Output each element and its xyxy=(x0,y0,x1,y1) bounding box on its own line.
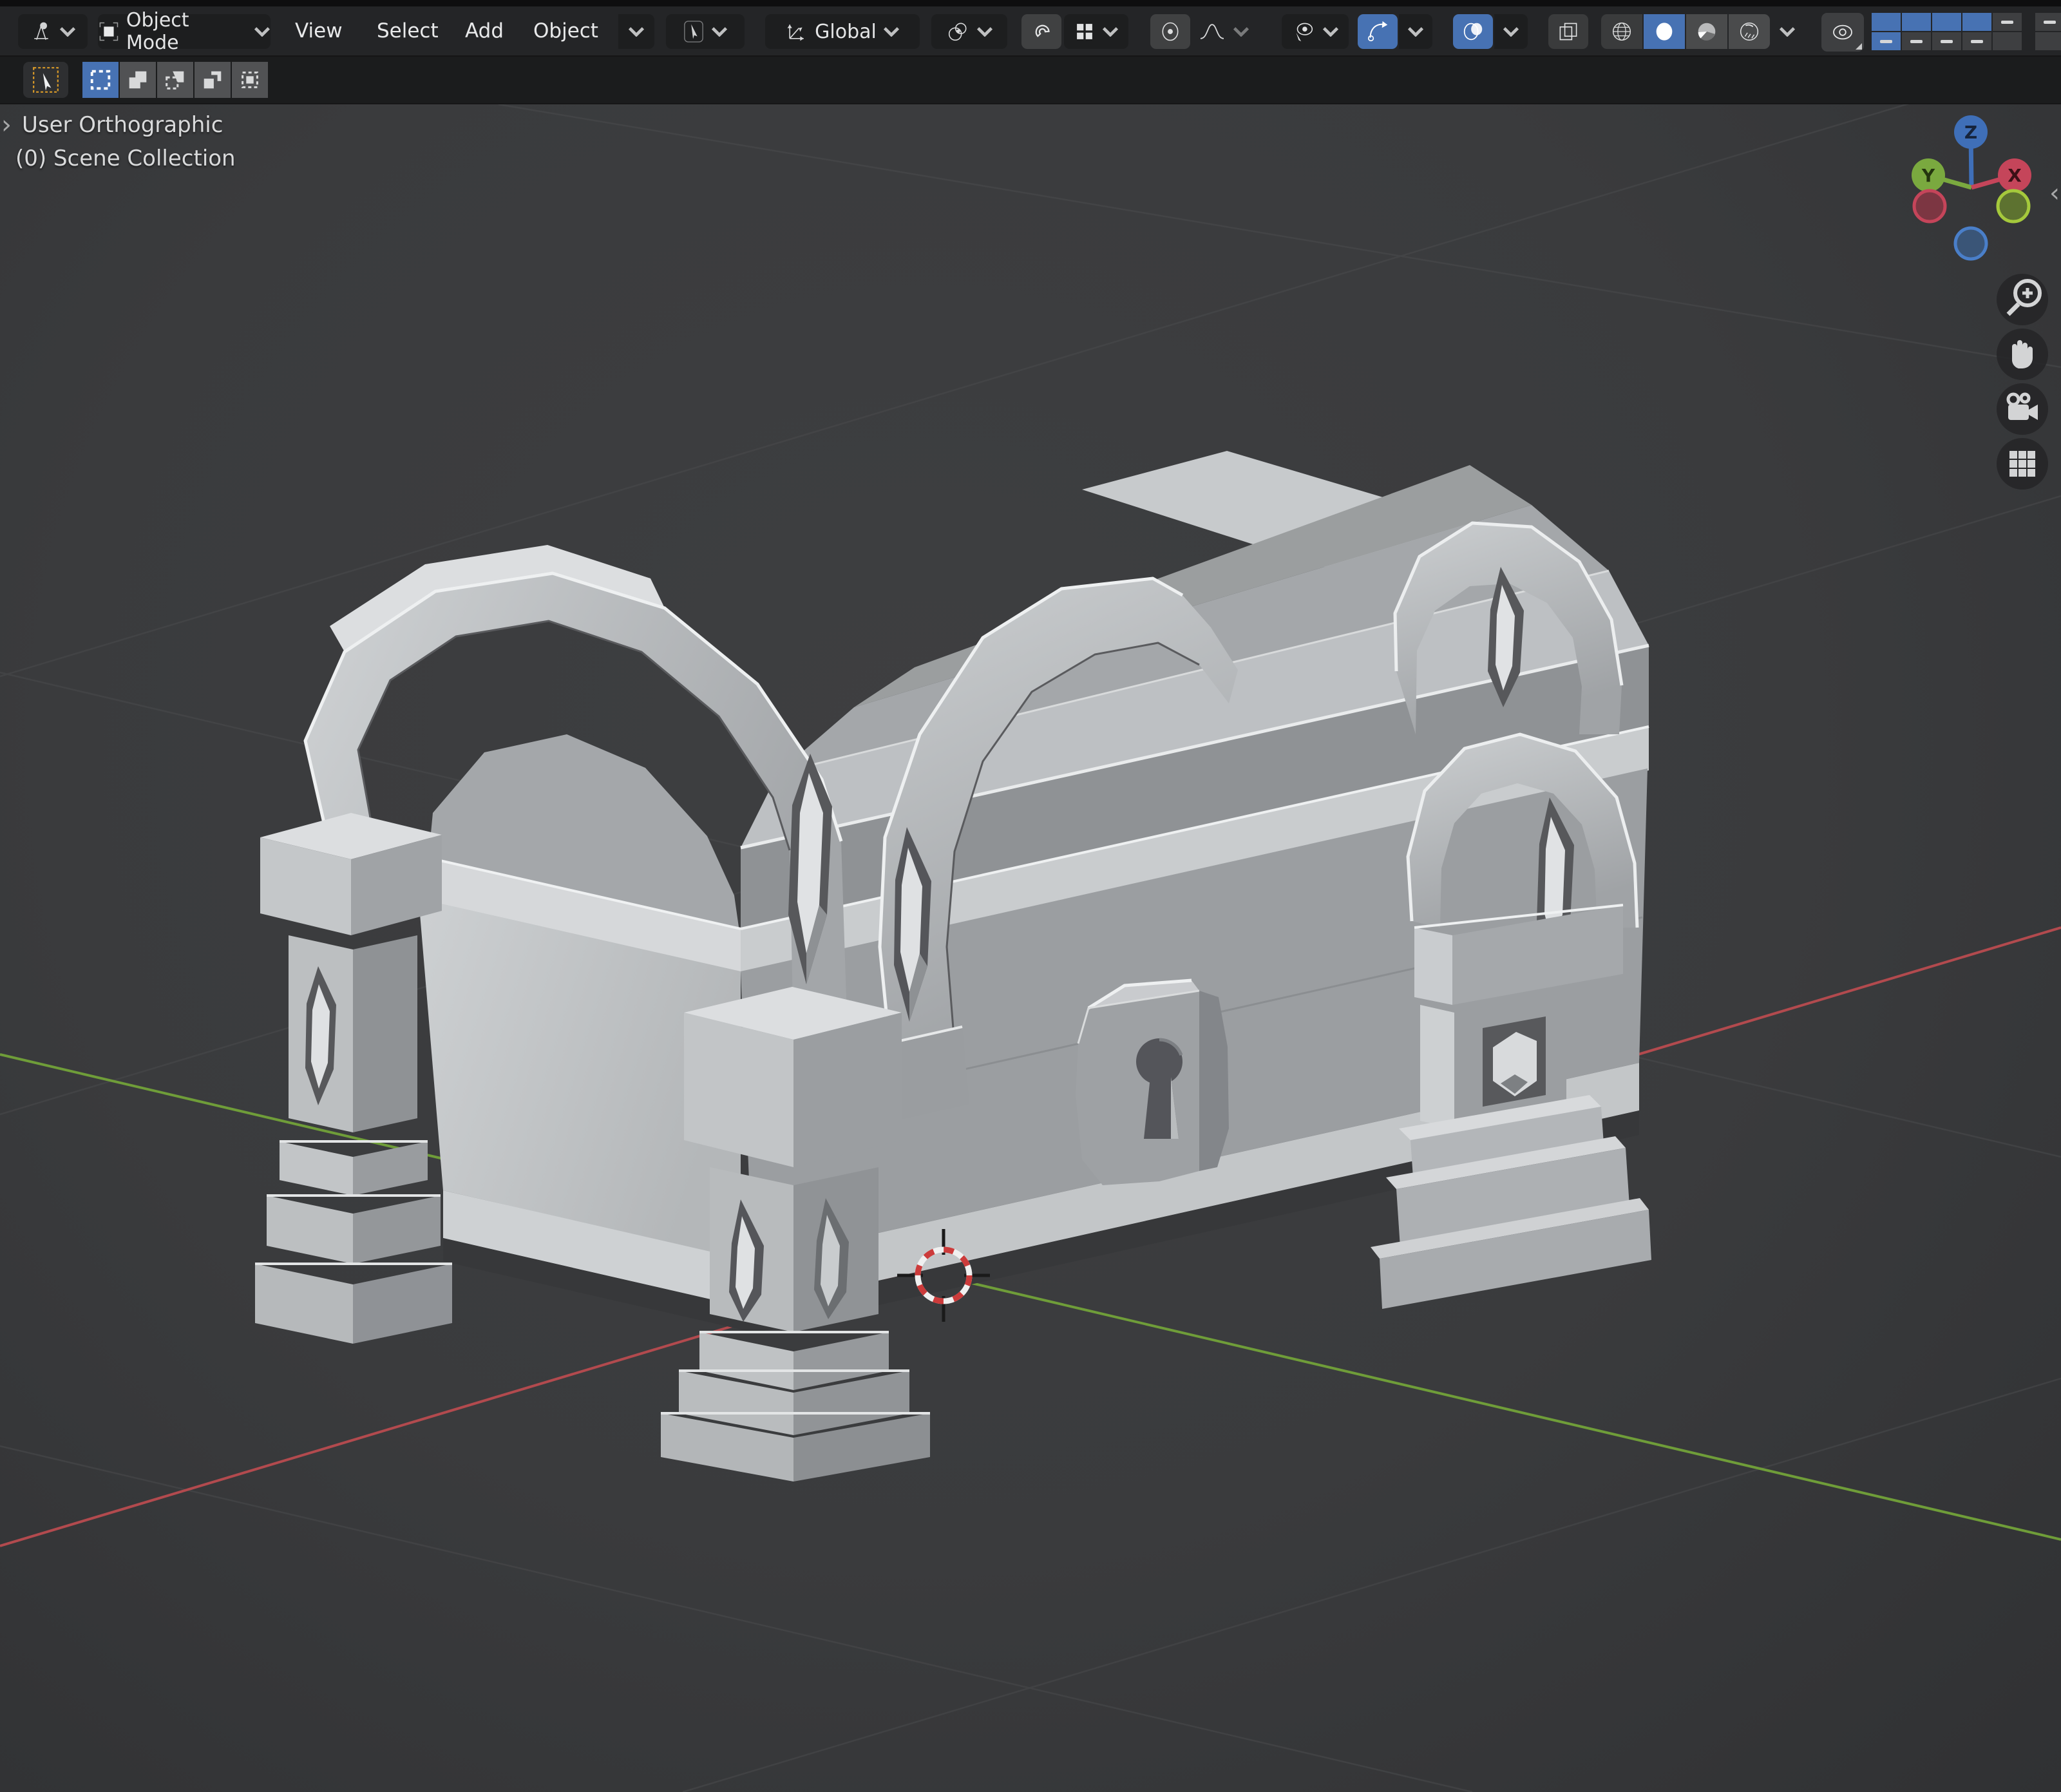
toggle-cell[interactable] xyxy=(1902,13,1931,31)
overlays-toggle[interactable] xyxy=(1453,14,1493,49)
gizmo-x-neg-ball[interactable] xyxy=(1914,191,1945,222)
grid-ortho-button[interactable] xyxy=(1997,438,2048,490)
gizmo-toggle[interactable] xyxy=(1358,14,1398,49)
select-subtract-icon xyxy=(163,68,187,92)
shading-material-icon xyxy=(1695,19,1719,44)
toggle-cell[interactable] xyxy=(1993,32,2022,50)
pan-hand-button[interactable] xyxy=(1997,329,2048,380)
lock-plate xyxy=(1076,980,1229,1185)
overlays-icon xyxy=(1461,19,1485,44)
xray-icon xyxy=(1557,20,1580,43)
pivot-point-icon xyxy=(945,19,970,44)
toggle-cell[interactable] xyxy=(2035,13,2061,31)
viewport-3d[interactable]: Z Y X xyxy=(0,104,2061,1792)
header-toggle-grid-1[interactable] xyxy=(1872,13,2022,50)
box-select-icon xyxy=(31,65,61,95)
select-mode-intersect[interactable] xyxy=(232,62,268,98)
falloff-curve-icon xyxy=(1198,20,1226,43)
toggle-cell[interactable] xyxy=(1932,13,1961,31)
treasure-chest-model[interactable] xyxy=(255,451,1651,1482)
toggle-cell[interactable] xyxy=(1872,32,1901,50)
shading-solid-button[interactable] xyxy=(1644,14,1685,49)
select-invert-icon xyxy=(200,68,225,92)
select-intersect-icon xyxy=(238,68,262,92)
overlays-dropdown[interactable] xyxy=(1494,14,1528,49)
toggle-cell[interactable] xyxy=(2035,32,2061,50)
select-mode-subtract[interactable] xyxy=(157,62,193,98)
nav-gizmo[interactable]: Z Y X xyxy=(1912,115,2031,259)
pivot-point-button[interactable] xyxy=(931,14,1007,49)
select-extend-icon xyxy=(126,68,150,92)
visibility-eye-button[interactable] xyxy=(1821,13,1864,52)
snap-target-icon xyxy=(1074,21,1096,43)
left-region-chevron[interactable]: › xyxy=(1,112,12,138)
toggle-cell[interactable] xyxy=(1872,13,1901,31)
show-gizmo-button[interactable] xyxy=(1282,14,1349,49)
gizmo-arc-icon xyxy=(1365,19,1390,44)
editor-type-button[interactable] xyxy=(18,14,88,49)
toggle-cell[interactable] xyxy=(1962,13,1991,31)
select-mode-set[interactable] xyxy=(82,62,119,98)
clipped-dropdown[interactable] xyxy=(618,14,654,49)
select-mode-group xyxy=(82,62,268,98)
orientation-selector[interactable]: Global xyxy=(765,14,920,49)
menu-object[interactable]: Object xyxy=(533,6,598,55)
svg-text:X: X xyxy=(2008,165,2022,186)
tool-settings-bar: Options xyxy=(0,57,2061,104)
object-mode-icon xyxy=(98,21,120,43)
toggle-cell[interactable] xyxy=(1993,13,2022,31)
snap-target-button[interactable] xyxy=(1064,14,1128,49)
svg-text:Y: Y xyxy=(1921,165,1935,186)
shading-material-button[interactable] xyxy=(1686,14,1727,49)
svg-text:Z: Z xyxy=(1964,122,1977,143)
menu-select[interactable]: Select xyxy=(377,6,439,55)
tool-fallback-button[interactable] xyxy=(666,14,745,49)
snap-magnet-icon xyxy=(1030,20,1053,43)
menu-add[interactable]: Add xyxy=(465,6,504,55)
active-tool-box-select[interactable] xyxy=(23,62,68,98)
sidebar-chevron[interactable]: ‹ xyxy=(2049,180,2060,206)
blender-window: Object Mode View Select Add Object xyxy=(0,0,2061,1792)
proportional-editing-icon xyxy=(1159,20,1182,43)
zoom-button[interactable] xyxy=(1997,274,2048,325)
toggle-cell[interactable] xyxy=(1902,32,1931,50)
falloff-button[interactable] xyxy=(1193,14,1255,49)
header-toggle-grid-2[interactable] xyxy=(2035,13,2061,50)
shading-rendered-icon xyxy=(1737,19,1762,44)
editor-type-icon xyxy=(30,20,53,43)
shading-dropdown[interactable] xyxy=(1771,14,1803,49)
tool-cursor-icon xyxy=(683,19,705,44)
toggle-cell[interactable] xyxy=(1932,32,1961,50)
select-set-icon xyxy=(88,68,113,92)
menu-view[interactable]: View xyxy=(295,6,343,55)
viewport-header: Object Mode View Select Add Object xyxy=(0,6,2061,57)
orientation-axes-icon xyxy=(785,20,808,43)
corner-grip-icon xyxy=(1856,43,1862,50)
window-top-edge xyxy=(0,0,2061,6)
select-mode-invert[interactable] xyxy=(195,62,231,98)
xray-toggle[interactable] xyxy=(1548,14,1588,49)
snap-toggle[interactable] xyxy=(1021,14,1061,49)
collection-label: (0) Scene Collection xyxy=(15,146,236,171)
mode-label: Object Mode xyxy=(126,9,247,54)
show-gizmo-eye-icon xyxy=(1291,19,1316,44)
shading-solid-icon xyxy=(1652,19,1676,44)
gizmo-z-neg-ball[interactable] xyxy=(1955,228,1986,259)
shading-rendered-button[interactable] xyxy=(1729,14,1770,49)
viewport-nav-buttons xyxy=(1997,274,2048,490)
select-mode-extend[interactable] xyxy=(120,62,156,98)
shading-wireframe-button[interactable] xyxy=(1601,14,1642,49)
gizmo-y-neg-ball[interactable] xyxy=(1998,191,2029,222)
gizmo-dropdown[interactable] xyxy=(1399,14,1432,49)
shading-wireframe-icon xyxy=(1610,19,1634,44)
proportional-editing-toggle[interactable] xyxy=(1150,14,1190,49)
toggle-cell[interactable] xyxy=(1962,32,1991,50)
orientation-label: Global xyxy=(815,21,877,43)
view-label: User Orthographic xyxy=(22,112,223,138)
camera-view-button[interactable] xyxy=(1997,383,2048,435)
visibility-eye-icon xyxy=(1830,19,1856,45)
scene-canvas: Z Y X xyxy=(0,104,2061,1792)
mode-selector[interactable]: Object Mode xyxy=(98,14,271,49)
